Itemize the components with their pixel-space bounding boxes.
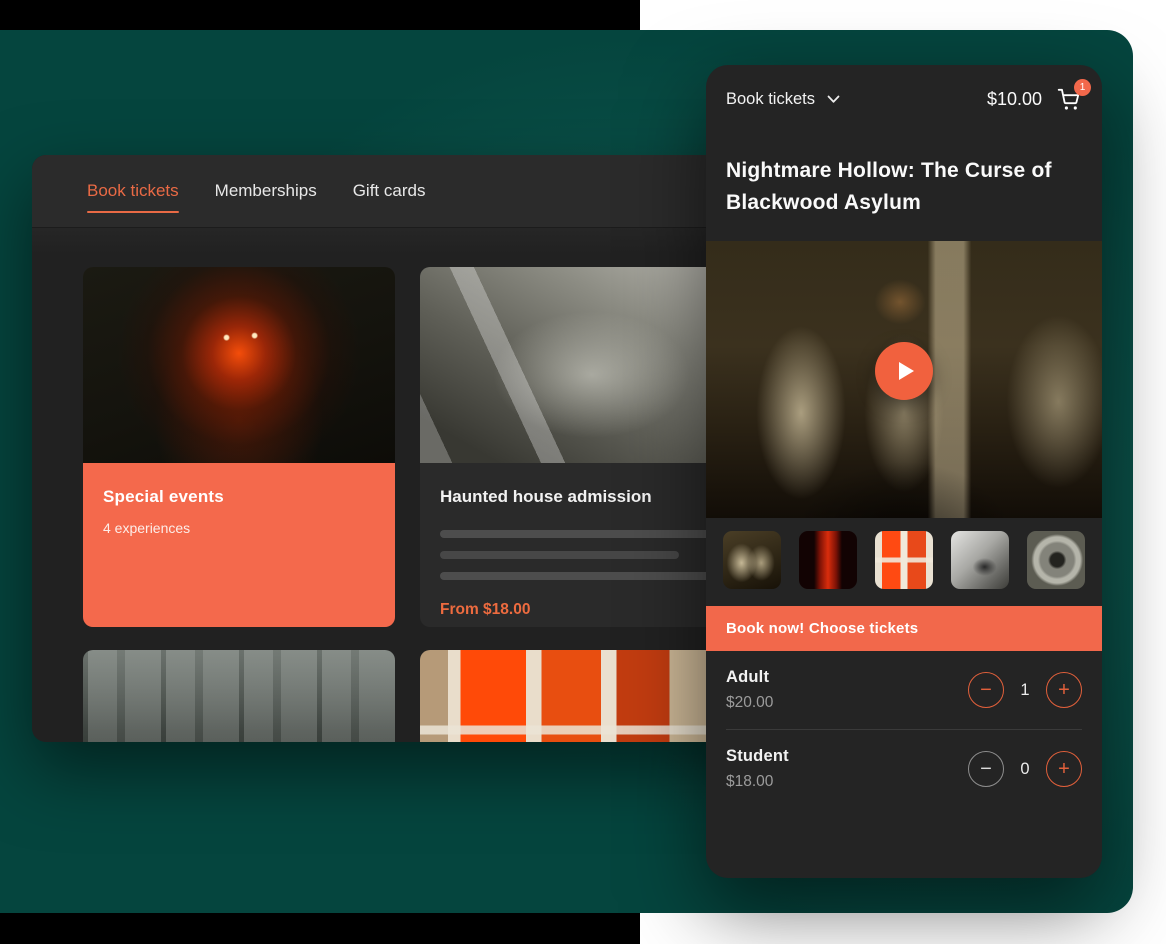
haunted-house-card[interactable]: Haunted house admission From $18.00 <box>420 267 732 627</box>
banner-label: Book now! Choose tickets <box>726 620 918 637</box>
tab-book-tickets[interactable]: Book tickets <box>87 175 179 207</box>
thumbnail-red-doorway[interactable] <box>799 531 857 589</box>
card-subtitle: 4 experiences <box>103 520 375 536</box>
mobile-header: Book tickets $10.00 1 <box>706 65 1102 133</box>
skeleton-line <box>440 530 712 538</box>
student-quantity-stepper: − 0 + <box>968 751 1082 787</box>
thumbnail-strip <box>706 518 1102 606</box>
thumbnail-spiral-staircase[interactable] <box>1027 531 1085 589</box>
play-button[interactable] <box>875 342 933 400</box>
student-quantity-value: 0 <box>1018 760 1032 779</box>
plus-icon: + <box>1058 759 1070 779</box>
adult-increase-button[interactable]: + <box>1046 672 1082 708</box>
skeleton-line <box>440 551 679 559</box>
haunted-house-card-body: Haunted house admission From $18.00 <box>420 463 732 627</box>
special-events-card[interactable]: Special events 4 experiences <box>83 267 395 627</box>
book-tickets-dropdown[interactable]: Book tickets <box>726 90 840 109</box>
thumbnail-grayscale-room[interactable] <box>951 531 1009 589</box>
staircase-image <box>420 267 732 463</box>
minus-icon: − <box>980 680 992 700</box>
dropdown-label: Book tickets <box>726 90 815 109</box>
ticket-name: Student <box>726 747 789 766</box>
minus-icon: − <box>980 759 992 779</box>
card-title: Haunted house admission <box>440 487 712 507</box>
tab-memberships[interactable]: Memberships <box>215 175 317 207</box>
student-decrease-button[interactable]: − <box>968 751 1004 787</box>
forest-card[interactable] <box>83 650 395 742</box>
skeleton-line <box>440 572 712 580</box>
orange-window-card[interactable] <box>420 650 732 742</box>
play-icon <box>899 362 914 380</box>
thumbnail-zombies-hallway[interactable] <box>723 531 781 589</box>
card-price: From $18.00 <box>440 601 712 619</box>
special-events-card-body: Special events 4 experiences <box>83 463 395 627</box>
book-now-banner[interactable]: Book now! Choose tickets <box>706 606 1102 651</box>
ticket-row-student: Student $18.00 − 0 + <box>706 730 1102 808</box>
marketing-canvas: Book tickets Memberships Gift cards Spec… <box>0 0 1166 944</box>
adult-quantity-value: 1 <box>1018 681 1032 700</box>
chevron-down-icon <box>827 95 840 104</box>
event-title: Nightmare Hollow: The Curse of Blackwood… <box>706 133 1102 241</box>
cart-button[interactable]: 1 <box>1056 86 1082 112</box>
ticket-name: Adult <box>726 668 773 687</box>
card-title: Special events <box>103 487 375 507</box>
adult-decrease-button[interactable]: − <box>968 672 1004 708</box>
mobile-booking-panel: Book tickets $10.00 1 Nightmare Hollow: … <box>706 65 1102 878</box>
ticket-info: Student $18.00 <box>726 747 789 791</box>
ticket-row-adult: Adult $20.00 − 1 + <box>706 651 1102 729</box>
tab-gift-cards[interactable]: Gift cards <box>353 175 426 207</box>
cart-summary: $10.00 1 <box>987 86 1082 112</box>
pumpkin-figure-image <box>83 267 395 463</box>
cart-count-badge: 1 <box>1074 79 1091 96</box>
ticket-price: $20.00 <box>726 694 773 712</box>
cart-total: $10.00 <box>987 89 1042 110</box>
student-increase-button[interactable]: + <box>1046 751 1082 787</box>
thumbnail-red-windows[interactable] <box>875 531 933 589</box>
event-video-preview <box>706 241 1102 518</box>
plus-icon: + <box>1058 680 1070 700</box>
ticket-price: $18.00 <box>726 773 789 791</box>
ticket-info: Adult $20.00 <box>726 668 773 712</box>
adult-quantity-stepper: − 1 + <box>968 672 1082 708</box>
